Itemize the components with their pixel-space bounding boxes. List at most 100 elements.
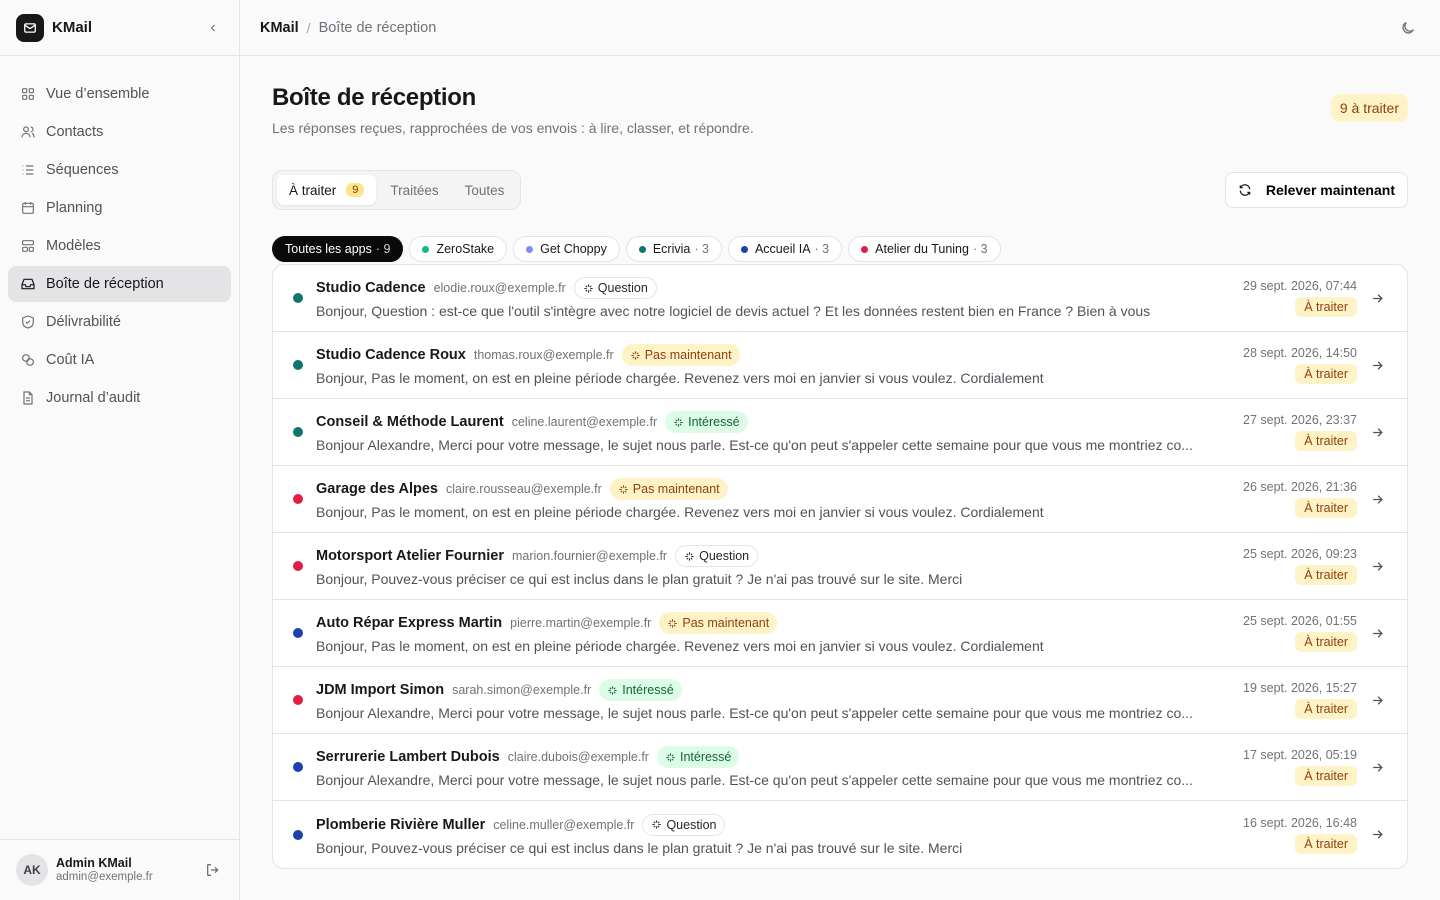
sidebar-item-0[interactable]: Vue d’ensemble bbox=[8, 76, 231, 112]
tabs-row: À traiter 9 Traitées Toutes Relever mainten… bbox=[272, 170, 1408, 210]
app-color-dot bbox=[293, 360, 303, 370]
sidebar-item-label: Délivrabilité bbox=[46, 314, 121, 330]
message-meta: 25 sept. 2026, 01:55 À traiter bbox=[1217, 614, 1357, 652]
status-badge: À traiter bbox=[1295, 364, 1357, 384]
breadcrumb-root[interactable]: KMail bbox=[260, 20, 299, 36]
filter-chip-0[interactable]: Toutes les apps · 9 bbox=[272, 236, 404, 262]
arrow-right-icon[interactable] bbox=[1367, 827, 1387, 842]
status-tabs: À traiter 9 Traitées Toutes bbox=[272, 170, 522, 210]
message-row[interactable]: Motorsport Atelier Fournier marion.fourni… bbox=[273, 533, 1407, 600]
message-row[interactable]: Serrurerie Lambert Dubois claire.dubois@e… bbox=[273, 734, 1407, 801]
arrow-right-icon[interactable] bbox=[1367, 492, 1387, 507]
status-badge: À traiter bbox=[1295, 431, 1357, 451]
message-row[interactable]: Conseil & Méthode Laurent celine.laurent@… bbox=[273, 399, 1407, 466]
intent-tag: Question bbox=[642, 813, 726, 836]
filter-chip-2[interactable]: Get Choppy bbox=[513, 236, 620, 262]
logout-icon[interactable] bbox=[203, 860, 223, 880]
page-subtitle: Les réponses reçues, rapprochées de vos … bbox=[272, 120, 754, 136]
filter-label: Ecrivia bbox=[652, 242, 691, 256]
chevron-left-icon[interactable] bbox=[203, 18, 223, 38]
sender-name: Studio Cadence Roux bbox=[316, 347, 466, 363]
sparkle-icon bbox=[651, 819, 666, 830]
message-row[interactable]: JDM Import Simon sarah.simon@exemple.fr In… bbox=[273, 667, 1407, 734]
arrow-right-icon[interactable] bbox=[1367, 626, 1387, 641]
sidebar-footer: AK Admin KMail admin@exemple.fr bbox=[0, 839, 239, 900]
sender-email: celine.laurent@exemple.fr bbox=[511, 415, 658, 429]
message-row[interactable]: Plomberie Rivière Muller celine.muller@ex… bbox=[273, 801, 1407, 868]
message-meta: 16 sept. 2026, 16:48 À traiter bbox=[1217, 816, 1357, 854]
filter-chip-3[interactable]: Ecrivia · 3 bbox=[625, 236, 722, 262]
arrow-right-icon[interactable] bbox=[1367, 291, 1387, 306]
message-preview: Bonjour, Pas le moment, on est en pleine… bbox=[316, 638, 1044, 654]
sparkle-icon bbox=[618, 484, 633, 495]
avatar: AK bbox=[16, 854, 48, 886]
status-badge: À traiter bbox=[1295, 632, 1357, 652]
message-body: Plomberie Rivière Muller celine.muller@ex… bbox=[316, 813, 1201, 856]
sender-name: Serrurerie Lambert Dubois bbox=[316, 749, 500, 765]
template-icon bbox=[22, 240, 34, 252]
arrow-right-icon[interactable] bbox=[1367, 559, 1387, 574]
tab-2[interactable]: Toutes bbox=[453, 175, 517, 205]
sidebar-item-7[interactable]: Coût IA bbox=[8, 342, 231, 378]
arrow-right-icon[interactable] bbox=[1367, 760, 1387, 775]
sparkle-icon bbox=[630, 350, 645, 361]
filter-chip-5[interactable]: Atelier du Tuning · 3 bbox=[848, 236, 1001, 262]
status-badge: À traiter bbox=[1295, 498, 1357, 518]
sidebar-item-8[interactable]: Journal d’audit bbox=[8, 380, 231, 416]
message-row[interactable]: Auto Répar Express Martin pierre.martin@e… bbox=[273, 600, 1407, 667]
sidebar-item-label: Planning bbox=[46, 200, 103, 216]
sidebar-nav: Vue d’ensemble Contacts Séquences Planning M… bbox=[0, 56, 239, 436]
message-date: 27 sept. 2026, 23:37 bbox=[1243, 413, 1357, 427]
message-date: 26 sept. 2026, 21:36 bbox=[1243, 480, 1357, 494]
tab-0[interactable]: À traiter 9 bbox=[277, 175, 377, 205]
message-preview: Bonjour, Pouvez-vous préciser ce qui est… bbox=[316, 571, 963, 587]
message-body: Studio Cadence elodie.roux@exemple.fr Ques… bbox=[316, 277, 1201, 319]
app-filters: Toutes les apps · 9 ZeroStake Get Choppy Ecr… bbox=[272, 236, 1408, 262]
grid-icon bbox=[22, 88, 34, 100]
sidebar-item-1[interactable]: Contacts bbox=[8, 114, 231, 150]
filter-label: Accueil IA bbox=[754, 242, 811, 256]
app-root: KMail Vue d’ensemble Contacts Séquences Pla… bbox=[0, 0, 1440, 900]
filter-label: ZeroStake bbox=[436, 242, 495, 256]
message-date: 19 sept. 2026, 15:27 bbox=[1243, 681, 1357, 695]
arrow-right-icon[interactable] bbox=[1367, 693, 1387, 708]
arrow-right-icon[interactable] bbox=[1367, 425, 1387, 440]
page-title: Boîte de réception bbox=[272, 84, 476, 111]
message-meta: 17 sept. 2026, 05:19 À traiter bbox=[1217, 748, 1357, 786]
intent-tag-label: Pas maintenant bbox=[682, 616, 770, 630]
sidebar-item-2[interactable]: Séquences bbox=[8, 152, 231, 188]
filter-chip-4[interactable]: Accueil IA · 3 bbox=[727, 236, 843, 262]
app-color-dot bbox=[293, 829, 303, 840]
app-color-dot bbox=[293, 293, 303, 303]
sparkle-icon bbox=[665, 752, 680, 763]
inbox-icon bbox=[21, 278, 35, 290]
message-preview: Bonjour, Pouvez-vous préciser ce qui est… bbox=[316, 839, 963, 856]
message-row[interactable]: Garage des Alpes claire.rousseau@exemple.… bbox=[273, 466, 1407, 533]
app-color-dot bbox=[293, 762, 303, 772]
app-color-dot bbox=[526, 245, 534, 253]
message-row[interactable]: Studio Cadence elodie.roux@exemple.fr Ques… bbox=[273, 265, 1407, 332]
mail-logo-icon bbox=[16, 13, 44, 42]
intent-tag-label: Question bbox=[699, 549, 750, 563]
sender-email: thomas.roux@exemple.fr bbox=[473, 348, 614, 362]
sidebar-item-3[interactable]: Planning bbox=[8, 190, 231, 226]
filter-chip-1[interactable]: ZeroStake bbox=[409, 236, 508, 262]
message-date: 25 sept. 2026, 01:55 bbox=[1243, 614, 1357, 628]
message-preview: Bonjour, Pas le moment, on est en pleine… bbox=[316, 370, 1044, 386]
moon-icon[interactable] bbox=[1396, 16, 1420, 40]
arrow-right-icon[interactable] bbox=[1367, 358, 1387, 373]
message-row[interactable]: Studio Cadence Roux thomas.roux@exemple.f… bbox=[273, 332, 1407, 399]
refresh-button[interactable]: Relever maintenant bbox=[1224, 172, 1408, 208]
app-color-dot bbox=[293, 494, 303, 504]
message-meta: 29 sept. 2026, 07:44 À traiter bbox=[1217, 279, 1357, 317]
tab-1[interactable]: Traitées bbox=[378, 175, 450, 205]
sidebar-item-4[interactable]: Modèles bbox=[8, 228, 231, 264]
sidebar-item-5[interactable]: Boîte de réception bbox=[8, 266, 231, 302]
message-body: Conseil & Méthode Laurent celine.laurent@… bbox=[316, 411, 1201, 453]
filter-count: · 9 bbox=[375, 242, 391, 256]
intent-tag-label: Pas maintenant bbox=[632, 482, 720, 496]
user-info: Admin KMail admin@exemple.fr bbox=[56, 856, 203, 885]
sidebar-header: KMail bbox=[0, 0, 239, 56]
sidebar-item-6[interactable]: Délivrabilité bbox=[8, 304, 231, 340]
sidebar-item-label: Coût IA bbox=[46, 352, 95, 368]
